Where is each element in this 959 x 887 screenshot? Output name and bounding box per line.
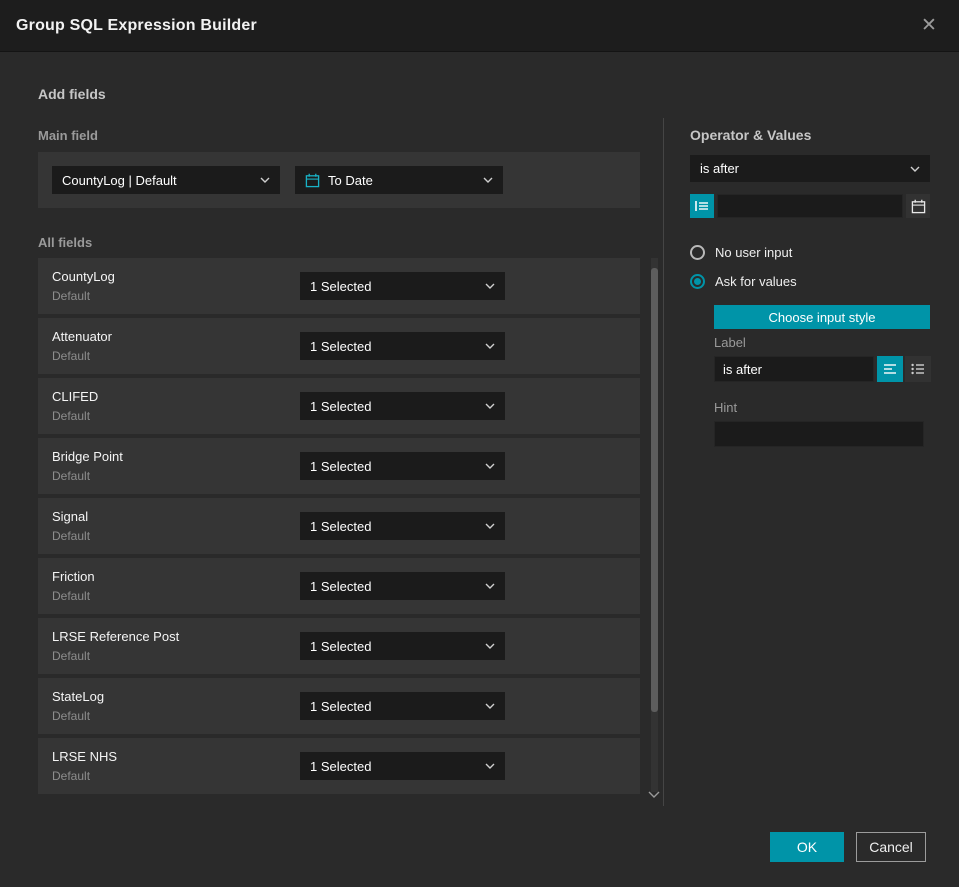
chevron-down-icon <box>485 643 495 649</box>
list-icon[interactable] <box>905 356 931 382</box>
ask-for-values-label: Ask for values <box>715 274 797 289</box>
field-row: LRSE NHS Default 1 Selected <box>38 738 640 794</box>
no-user-input-label: No user input <box>715 245 793 260</box>
hint-caption: Hint <box>714 400 738 415</box>
label-caption: Label <box>714 335 746 350</box>
calendar-icon <box>305 173 320 187</box>
field-row: Bridge Point Default 1 Selected <box>38 438 640 494</box>
dialog-title: Group SQL Expression Builder <box>16 16 257 34</box>
field-name: CountyLog <box>52 269 115 284</box>
main-field-select-value: CountyLog | Default <box>62 172 177 188</box>
chevron-down-icon <box>483 177 493 183</box>
operator-select-value: is after <box>700 161 740 176</box>
field-selection-value: 1 Selected <box>310 758 372 774</box>
field-row: CountyLog Default 1 Selected <box>38 258 640 314</box>
operator-select[interactable]: is after <box>690 155 930 182</box>
field-row: Friction Default 1 Selected <box>38 558 640 614</box>
field-selection-value: 1 Selected <box>310 458 372 474</box>
field-selection-value: 1 Selected <box>310 518 372 534</box>
field-selection-value: 1 Selected <box>310 278 372 294</box>
all-fields-label: All fields <box>38 235 93 250</box>
field-selection-value: 1 Selected <box>310 398 372 414</box>
field-selection-value: 1 Selected <box>310 638 372 654</box>
field-name: Bridge Point <box>52 449 123 464</box>
align-left-icon[interactable] <box>877 356 903 382</box>
field-selection-dropdown[interactable]: 1 Selected <box>300 272 505 300</box>
chevron-down-icon <box>485 703 495 709</box>
chevron-down-icon <box>485 403 495 409</box>
field-sublabel: Default <box>52 709 91 723</box>
field-selection-value: 1 Selected <box>310 578 372 594</box>
chevron-down-icon <box>485 463 495 469</box>
field-sublabel: Default <box>52 529 91 543</box>
field-selection-dropdown[interactable]: 1 Selected <box>300 392 505 420</box>
value-input[interactable] <box>717 194 903 218</box>
field-sublabel: Default <box>52 769 91 783</box>
field-row: CLIFED Default 1 Selected <box>38 378 640 434</box>
field-selection-dropdown[interactable]: 1 Selected <box>300 752 505 780</box>
ask-for-values-radio[interactable]: Ask for values <box>690 274 797 289</box>
field-name: Friction <box>52 569 95 584</box>
column-divider <box>663 118 664 806</box>
operator-values-heading: Operator & Values <box>690 127 812 143</box>
field-row: LRSE Reference Post Default 1 Selected <box>38 618 640 674</box>
field-row: Attenuator Default 1 Selected <box>38 318 640 374</box>
hint-input[interactable] <box>714 421 924 447</box>
field-name: LRSE NHS <box>52 749 118 764</box>
add-fields-heading: Add fields <box>38 86 106 102</box>
input-type-icon[interactable] <box>690 194 714 218</box>
radio-unchecked-icon <box>690 245 705 260</box>
main-field-select[interactable]: CountyLog | Default <box>52 166 280 194</box>
cancel-button[interactable]: Cancel <box>856 832 926 862</box>
field-row: StateLog Default 1 Selected <box>38 678 640 734</box>
field-selection-dropdown[interactable]: 1 Selected <box>300 452 505 480</box>
field-sublabel: Default <box>52 589 91 603</box>
chevron-down-icon <box>485 523 495 529</box>
date-field-select[interactable]: To Date <box>295 166 503 194</box>
calendar-icon[interactable] <box>906 194 930 218</box>
field-sublabel: Default <box>52 649 91 663</box>
chevron-down-icon <box>485 283 495 289</box>
field-selection-dropdown[interactable]: 1 Selected <box>300 572 505 600</box>
no-user-input-radio[interactable]: No user input <box>690 245 792 260</box>
field-selection-dropdown[interactable]: 1 Selected <box>300 512 505 540</box>
main-field-label: Main field <box>38 128 98 143</box>
field-name: CLIFED <box>52 389 99 404</box>
field-selection-value: 1 Selected <box>310 338 372 354</box>
list-scrollbar-thumb[interactable] <box>651 268 658 712</box>
field-name: LRSE Reference Post <box>52 629 180 644</box>
date-field-select-value: To Date <box>328 172 373 188</box>
field-sublabel: Default <box>52 349 91 363</box>
field-name: Signal <box>52 509 89 524</box>
chevron-down-icon <box>910 166 920 172</box>
field-selection-dropdown[interactable]: 1 Selected <box>300 632 505 660</box>
dialog-header: Group SQL Expression Builder ✕ <box>0 0 959 52</box>
field-sublabel: Default <box>52 469 91 483</box>
field-name: StateLog <box>52 689 105 704</box>
ok-button[interactable]: OK <box>770 832 844 862</box>
group-sql-expression-builder-dialog: Group SQL Expression Builder ✕ Add field… <box>0 0 959 887</box>
field-selection-dropdown[interactable]: 1 Selected <box>300 332 505 360</box>
choose-input-style-button[interactable]: Choose input style <box>714 305 930 329</box>
label-input[interactable] <box>714 356 874 382</box>
field-row: Signal Default 1 Selected <box>38 498 640 554</box>
field-selection-dropdown[interactable]: 1 Selected <box>300 692 505 720</box>
close-icon[interactable]: ✕ <box>915 12 943 40</box>
field-name: Attenuator <box>52 329 112 344</box>
field-sublabel: Default <box>52 409 91 423</box>
chevron-down-icon <box>485 763 495 769</box>
chevron-down-icon <box>260 177 270 183</box>
field-sublabel: Default <box>52 289 91 303</box>
field-selection-value: 1 Selected <box>310 698 372 714</box>
list-scrollbar-track[interactable] <box>651 258 658 792</box>
scrollbar-chevron-down-icon[interactable] <box>646 788 662 800</box>
radio-checked-icon <box>690 274 705 289</box>
chevron-down-icon <box>485 583 495 589</box>
chevron-down-icon <box>485 343 495 349</box>
main-field-panel: CountyLog | Default To Date <box>38 152 640 208</box>
